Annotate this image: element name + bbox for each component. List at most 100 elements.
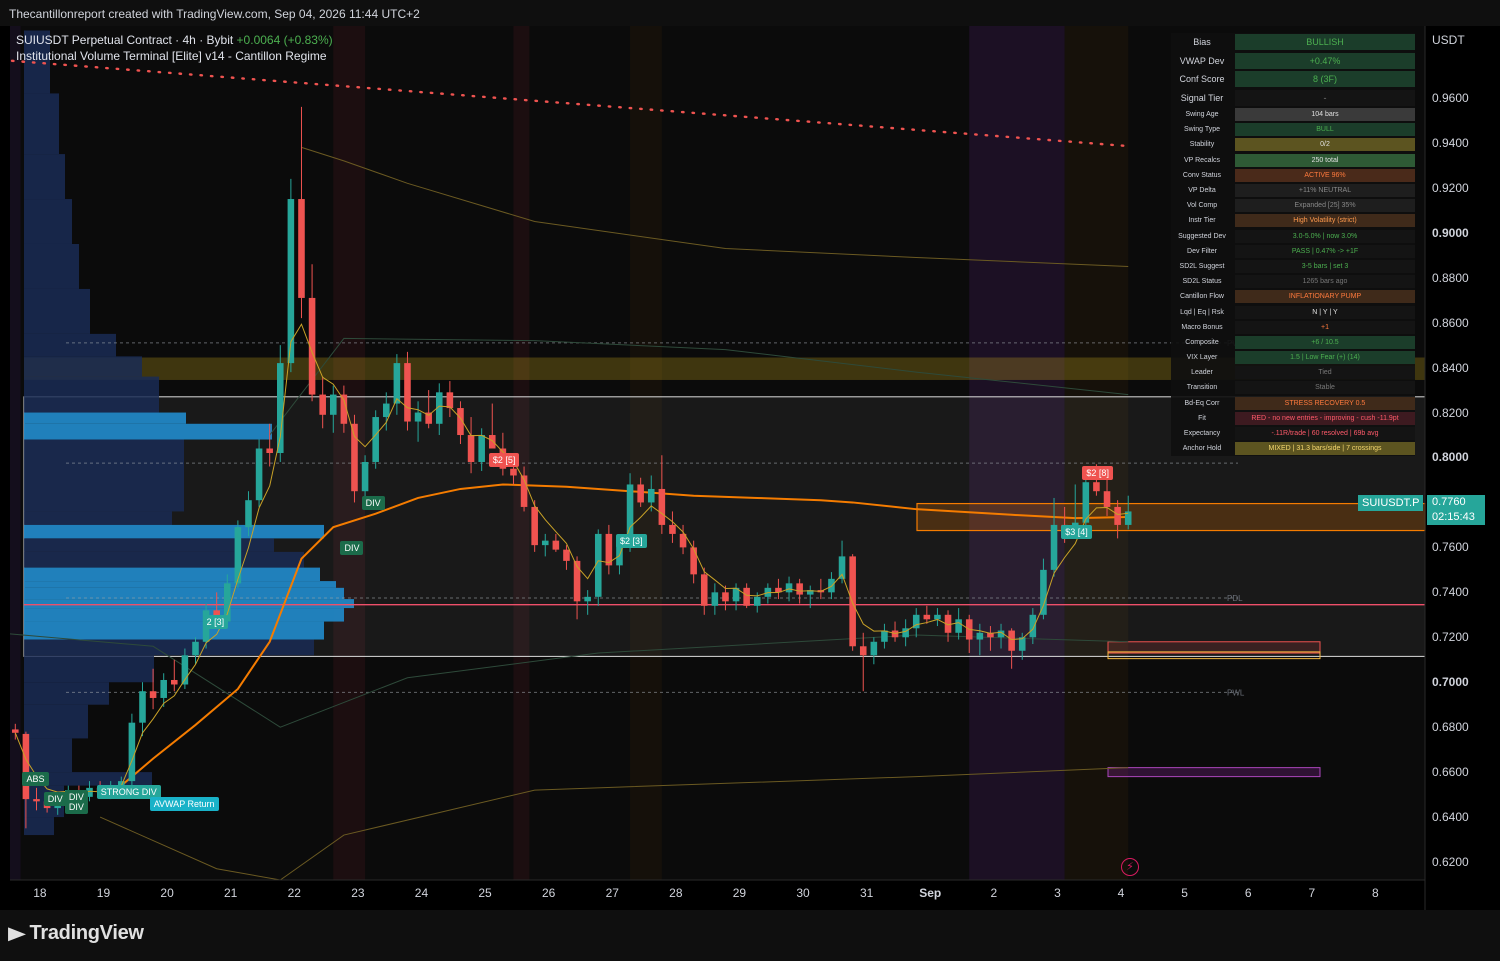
stats-row: Dev Filter PASS | 0.47% -> +1F	[1171, 244, 1415, 259]
candle-body	[382, 403, 390, 418]
volume-profile-bar	[24, 587, 344, 600]
stats-row: Expectancy -.11R/trade | 60 resolved | 69…	[1171, 426, 1415, 441]
stats-value: +6 / 10.5	[1235, 335, 1415, 349]
stats-key: Dev Filter	[1187, 247, 1217, 255]
stats-row: Fit RED - no new entries - improving - cu…	[1171, 411, 1415, 426]
candle-body	[828, 578, 835, 593]
signal-badge: 2 [3]	[202, 614, 229, 629]
price-tick-label: 0.6400	[1432, 810, 1469, 825]
brand-name: TradingView	[29, 922, 144, 944]
stats-row: SD2L Suggest 3-5 bars | set 3	[1171, 259, 1415, 274]
stats-key: VIX Layer	[1186, 354, 1218, 362]
candle-body	[276, 363, 284, 453]
time-tick-label: 5	[1181, 886, 1188, 900]
stats-key: SD2L Suggest	[1179, 262, 1225, 270]
stats-value: Expanded [25] 35%	[1235, 199, 1415, 213]
time-tick-label: 4	[1117, 886, 1125, 900]
signal-badge: AVWAP Return	[149, 796, 219, 811]
stats-value: MIXED | 31.3 bars/side | 7 crossings	[1235, 442, 1415, 456]
candle-body	[658, 488, 666, 525]
stats-value: 250 total	[1235, 153, 1415, 167]
stats-key: SD2L Status	[1182, 278, 1222, 286]
stats-key: Stability	[1189, 141, 1215, 149]
candle-body	[722, 592, 729, 602]
time-tick-label: 30	[796, 886, 810, 900]
time-tick-label: 28	[669, 886, 683, 900]
candle-body	[552, 540, 560, 550]
time-tick-label: 2	[990, 886, 998, 900]
candle-body	[478, 435, 485, 462]
candle-body	[563, 549, 570, 561]
candle-body	[393, 363, 401, 404]
candle-body	[128, 722, 136, 782]
stats-row: Instr Tier High Volatility (strict)	[1171, 213, 1415, 228]
volume-profile-bar	[24, 439, 184, 512]
candle-body	[171, 679, 178, 685]
candle-body	[414, 412, 422, 422]
indicator-stats-panel: Bias BULLISH VWAP Dev +0.47% Conf Score 8 (3F…	[1171, 33, 1415, 457]
axis-currency[interactable]: USDT	[1432, 33, 1465, 47]
time-tick-label: 19	[96, 886, 111, 900]
volume-profile-bar	[24, 93, 59, 155]
top-bar: Thecantillonreport created with TradingV…	[0, 0, 1500, 26]
candle-body	[859, 646, 867, 656]
candle-body	[881, 630, 888, 642]
candle-body	[1050, 524, 1058, 570]
time-tick-label: 23	[351, 886, 365, 900]
stats-row: Leader Tied	[1171, 365, 1415, 380]
attribution-text: Thecantillonreport created with TradingV…	[9, 7, 420, 21]
stats-key: Expectancy	[1183, 430, 1221, 438]
stats-key: VWAP Dev	[1179, 55, 1225, 66]
volume-profile-bar	[24, 682, 109, 705]
bar-countdown: 02:15:43	[1432, 511, 1475, 523]
stats-key: Bd-Eq Corr	[1184, 399, 1220, 407]
volume-profile-bar	[24, 243, 79, 289]
alert-icon[interactable]: ⚡	[1121, 858, 1139, 876]
time-tick-label: 25	[478, 886, 492, 900]
candle-body	[785, 583, 793, 593]
stats-value: -	[1235, 89, 1415, 106]
stats-key: Suggested Dev	[1178, 232, 1226, 240]
volume-profile-bar	[24, 199, 72, 244]
volume-profile-bar	[24, 333, 116, 357]
stats-key: Conf Score	[1179, 74, 1225, 85]
candle-body	[700, 574, 708, 606]
stats-key: Bias	[1193, 37, 1211, 48]
signal-badge: $2 [3]	[616, 533, 647, 548]
candle-body	[849, 556, 856, 647]
volume-profile-bar	[24, 376, 159, 413]
price-tick-label: 0.7400	[1432, 585, 1469, 600]
stats-value: High Volatility (strict)	[1235, 214, 1415, 228]
stats-key: VP Delta	[1188, 187, 1216, 195]
price-tag: SUIUSDT.P	[1358, 495, 1424, 511]
candle-body	[870, 641, 878, 656]
stats-key: Vol Comp	[1186, 202, 1218, 210]
volume-profile-bar	[24, 608, 344, 622]
tradingview-logo[interactable]: ▶ TradingView	[8, 922, 144, 945]
stats-row: SD2L Status 1265 bars ago	[1171, 274, 1415, 289]
volume-profile-bar	[24, 581, 336, 588]
stats-value: N | Y | Y	[1235, 305, 1415, 319]
stats-value: ACTIVE 96%	[1235, 168, 1415, 182]
candle-body	[1008, 630, 1015, 651]
candle-body	[923, 614, 931, 620]
candle-body	[711, 592, 719, 606]
candle-body	[404, 363, 411, 422]
volume-profile-bar	[24, 551, 304, 568]
stats-row: VP Delta +11% NEUTRAL	[1171, 183, 1415, 198]
stats-key: Leader	[1191, 369, 1213, 377]
last-price: 0.7760	[1432, 496, 1466, 508]
stats-row: Stability 0/2	[1171, 137, 1415, 152]
stats-key: Cantillon Flow	[1180, 293, 1224, 301]
volume-profile-bar	[24, 288, 90, 334]
stats-value: +1	[1235, 320, 1415, 334]
price-tag-value: 0.7760 02:15:43	[1427, 495, 1485, 525]
stats-key: Conv Status	[1182, 171, 1222, 179]
volume-profile-bar	[24, 154, 65, 200]
stats-key: Swing Age	[1185, 111, 1219, 119]
demand-zone	[916, 502, 1426, 532]
candle-body	[753, 596, 761, 606]
stats-key: VP Recalcs	[1183, 156, 1221, 164]
fvg-zone-red	[1107, 641, 1321, 654]
price-tick-label: 0.8600	[1432, 315, 1469, 330]
